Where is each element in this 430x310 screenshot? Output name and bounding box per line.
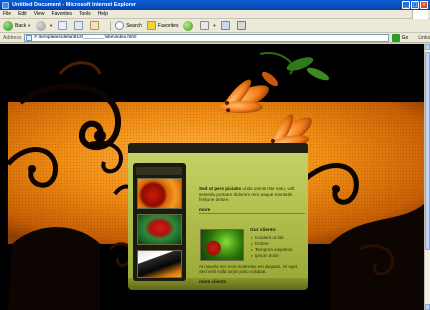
print-button[interactable] (237, 21, 248, 30)
favorites-icon (146, 21, 156, 30)
go-arrow-icon (391, 33, 400, 42)
intro-paragraph: Sed ut pers piciatis unde omnis iste nat… (199, 186, 307, 203)
menu-view[interactable]: View (34, 11, 45, 17)
toolbar-separator (110, 20, 112, 31)
minimize-button[interactable]: _ (402, 1, 410, 9)
links-button[interactable]: Links (418, 35, 430, 41)
refresh-icon (74, 21, 84, 30)
clients-description: At mavela nec eros molestiae est aliquam… (199, 264, 299, 275)
stop-button[interactable] (58, 21, 69, 30)
print-icon (237, 21, 247, 30)
go-button[interactable]: Go (391, 33, 409, 42)
panel-top-bar (128, 143, 308, 153)
chevron-down-icon: ▼ (49, 23, 54, 28)
menu-help[interactable]: Help (98, 11, 108, 17)
forward-button[interactable]: ▼ (36, 20, 54, 31)
history-button[interactable]: ▼ (200, 21, 216, 30)
clients-title: Our clients: (250, 228, 277, 233)
favorites-button[interactable]: Favorites (146, 21, 179, 30)
intro-heading: Sed ut pers piciatis (199, 186, 242, 191)
address-label: Address (3, 34, 22, 41)
clients-list: Incidunt ut lab Dolore Tempora saipetion… (251, 235, 293, 259)
toolbar: Back ▼ ▼ Search Favorites ▼ (0, 19, 430, 33)
search-icon (115, 21, 125, 30)
media-icon (183, 20, 194, 31)
more-clients-link[interactable]: more clients (199, 279, 226, 284)
menu-file[interactable]: File (3, 11, 11, 17)
mail-button[interactable] (221, 21, 232, 30)
back-button[interactable]: Back ▼ (3, 20, 32, 31)
window-title: Untitled Document - Microsoft Internet E… (12, 2, 137, 8)
vertical-scrollbar[interactable] (424, 44, 430, 310)
search-label: Search (126, 22, 142, 29)
maximize-button[interactable]: □ (411, 1, 419, 9)
address-value: F:\templates\delta\912\________\site\ind… (34, 34, 137, 40)
scroll-thumb[interactable] (425, 52, 430, 250)
refresh-button[interactable] (74, 21, 85, 30)
chevron-down-icon: ▼ (27, 23, 32, 28)
chevron-down-icon: ▼ (212, 23, 217, 28)
thumbnail-parrot[interactable] (137, 214, 182, 245)
menu-edit[interactable]: Edit (18, 11, 27, 17)
home-icon (90, 21, 100, 30)
address-input[interactable]: F:\templates\delta\912\________\site\ind… (24, 33, 389, 42)
menu-bar: File Edit View Favorites Tools Help (0, 10, 430, 19)
scroll-down-button[interactable] (425, 304, 430, 310)
scroll-up-button[interactable] (425, 44, 430, 50)
divider (199, 213, 305, 214)
back-label: Back (15, 22, 27, 29)
thumbnail-clapperboard[interactable] (137, 250, 182, 278)
mail-icon (221, 21, 231, 30)
home-button[interactable] (90, 21, 101, 30)
windows-logo-icon (412, 10, 428, 19)
thumbnail-strip-header (136, 167, 182, 175)
ie-icon (2, 1, 9, 9)
history-icon (200, 21, 210, 30)
go-label: Go (401, 34, 409, 41)
more-link[interactable]: more (199, 207, 210, 212)
thumbnail-tomatoes[interactable] (137, 178, 182, 209)
stop-icon (58, 21, 68, 30)
page-icon (26, 34, 33, 41)
close-button[interactable]: × (420, 1, 428, 9)
favorites-label: Favorites (157, 22, 179, 29)
apples-image (200, 229, 244, 261)
forward-icon (36, 20, 47, 31)
client-link[interactable]: Ipsum dolor (251, 253, 293, 259)
menu-tools[interactable]: Tools (79, 11, 91, 17)
title-bar: Untitled Document - Microsoft Internet E… (0, 0, 430, 10)
media-button[interactable] (183, 20, 195, 31)
address-bar: Address F:\templates\delta\912\________\… (0, 33, 430, 43)
back-icon (3, 20, 13, 31)
search-button[interactable]: Search (115, 21, 142, 30)
menu-favorites[interactable]: Favorites (51, 11, 72, 17)
